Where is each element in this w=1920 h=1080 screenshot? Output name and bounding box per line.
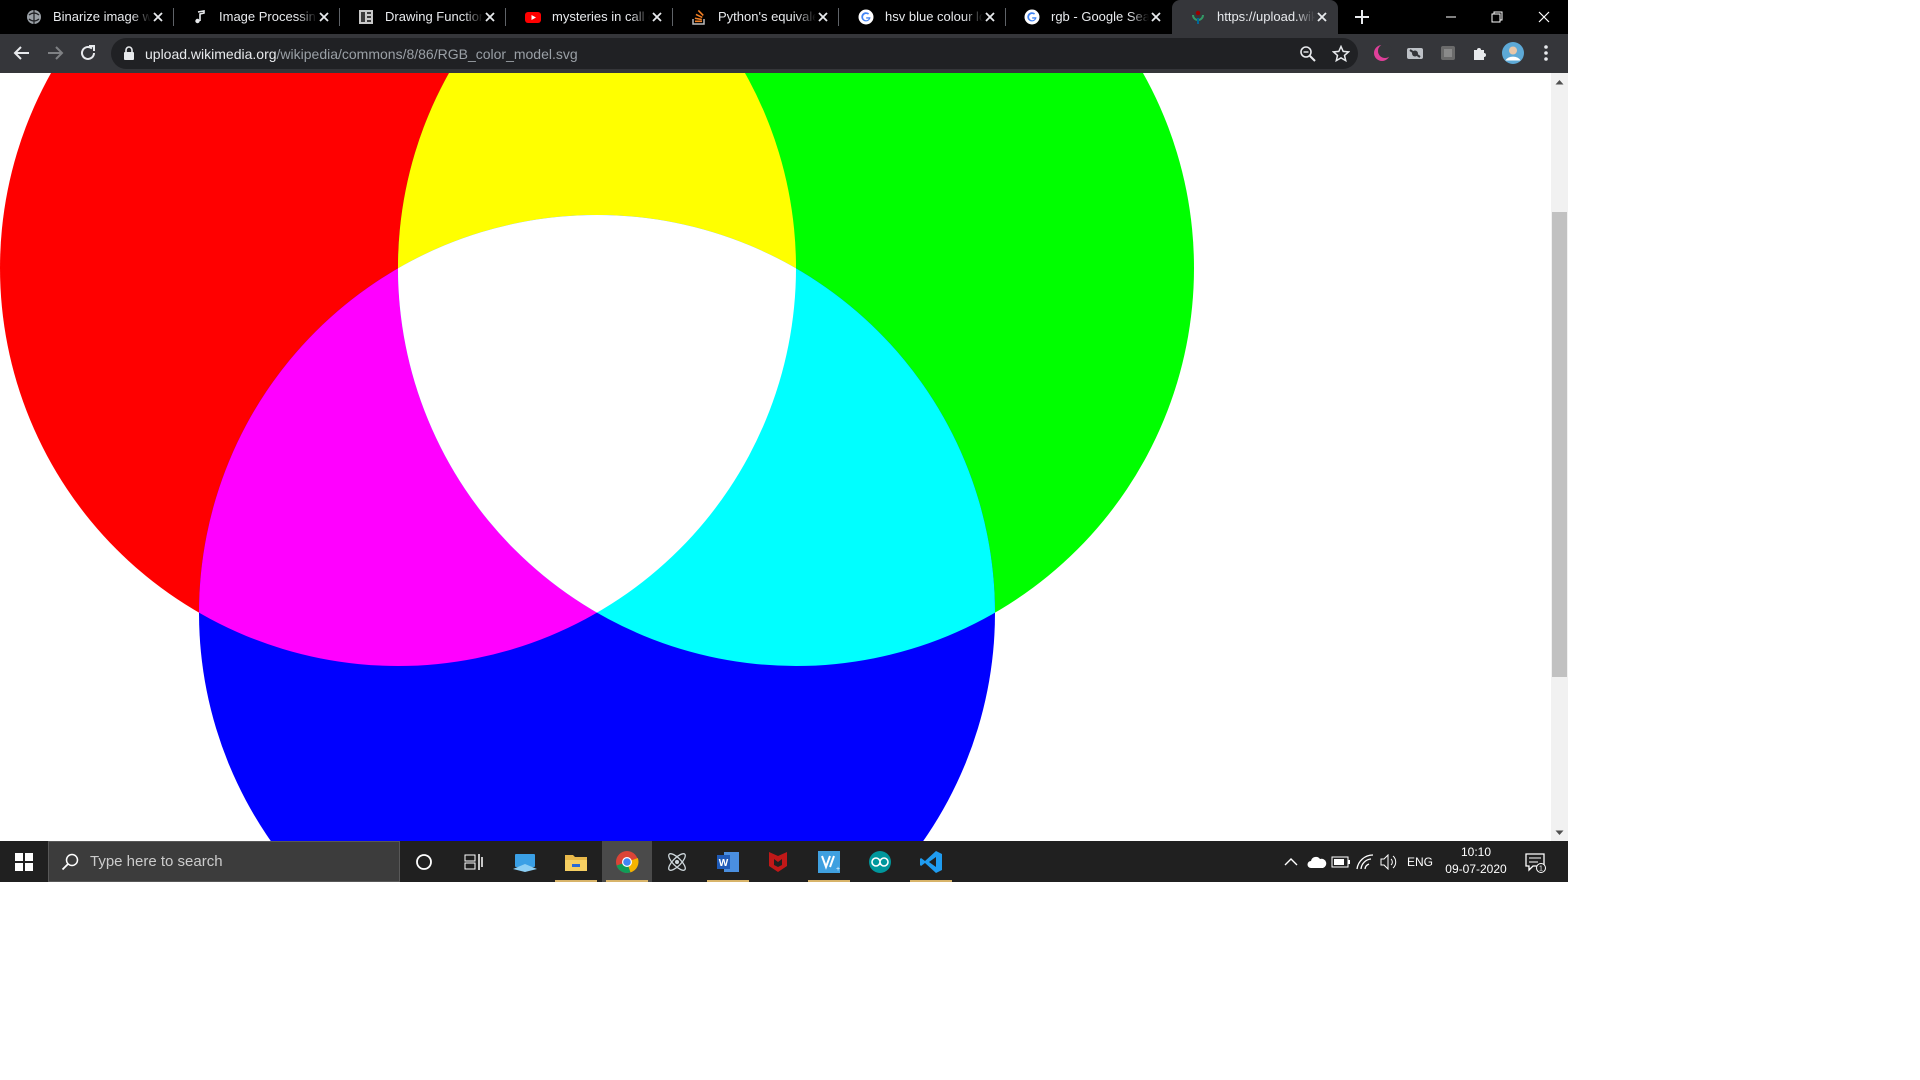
- tab-title: Image Processing: [219, 9, 317, 24]
- svg-text:+: +: [836, 866, 840, 873]
- reload-icon[interactable]: [76, 41, 100, 65]
- atom-icon[interactable]: [652, 841, 702, 882]
- tab-separator: [838, 8, 839, 26]
- onedrive-cloud-icon[interactable]: [1306, 841, 1328, 882]
- battery-icon[interactable]: [1330, 841, 1352, 882]
- vertical-scrollbar[interactable]: [1551, 73, 1568, 841]
- google-icon: [858, 9, 874, 25]
- tab-rgb-search[interactable]: rgb - Google Search: [1006, 0, 1172, 34]
- close-tab-icon[interactable]: [150, 9, 166, 25]
- scroll-down-arrow-icon[interactable]: [1551, 824, 1568, 841]
- extensions-puzzle-icon[interactable]: [1468, 41, 1492, 65]
- close-tab-icon[interactable]: [815, 9, 831, 25]
- search-placeholder: Type here to search: [90, 853, 223, 870]
- tab-wikimedia-active[interactable]: https://upload.wikimedia.org: [1172, 0, 1338, 34]
- google-icon: [1024, 9, 1040, 25]
- music-note-icon: [192, 9, 208, 25]
- close-tab-icon[interactable]: [982, 9, 998, 25]
- close-tab-icon[interactable]: [316, 9, 332, 25]
- tab-binarize[interactable]: Binarize image with: [8, 0, 174, 34]
- language-indicator[interactable]: ENG: [1402, 841, 1438, 882]
- scroll-up-arrow-icon[interactable]: [1551, 73, 1568, 90]
- vs-icon[interactable]: +: [804, 841, 854, 882]
- tab-title: Binarize image with: [53, 9, 151, 24]
- tab-stackoverflow[interactable]: Python's equivalent: [673, 0, 839, 34]
- new-tab-plus-icon[interactable]: [1352, 7, 1372, 27]
- extension-square-icon[interactable]: [1436, 41, 1460, 65]
- scrollbar-thumb[interactable]: [1552, 212, 1567, 677]
- tab-separator: [505, 8, 506, 26]
- close-tab-icon[interactable]: [482, 9, 498, 25]
- tab-title: rgb - Google Search: [1051, 9, 1149, 24]
- address-bar[interactable]: upload.wikimedia.org/wikipedia/commons/8…: [111, 38, 1358, 69]
- rgb-color-model-image: [0, 73, 1194, 841]
- tab-image-processing[interactable]: Image Processing: [174, 0, 340, 34]
- clock[interactable]: 10:10 09-07-2020: [1440, 844, 1512, 880]
- clock-date: 09-07-2020: [1445, 862, 1507, 876]
- close-tab-icon[interactable]: [1148, 9, 1164, 25]
- stack-overflow-icon: [691, 9, 707, 25]
- minimize-icon[interactable]: [1428, 0, 1474, 34]
- notification-center-icon[interactable]: 1: [1520, 841, 1550, 882]
- restore-icon[interactable]: [1474, 0, 1520, 34]
- tab-title: Python's equivalent: [718, 9, 816, 24]
- tab-title: Drawing Functions: [385, 9, 483, 24]
- word-icon[interactable]: W: [703, 841, 753, 882]
- search-icon: [61, 853, 79, 871]
- wikimedia-icon: [1190, 9, 1206, 25]
- volume-icon[interactable]: [1378, 841, 1400, 882]
- tab-title: hsv blue colour low: [885, 9, 983, 24]
- tab-hsv-blue[interactable]: hsv blue colour low: [840, 0, 1006, 34]
- mcafee-icon[interactable]: [753, 841, 803, 882]
- tab-strip: Binarize image with Image Processing Dra…: [0, 0, 1568, 34]
- youtube-icon: [525, 9, 541, 25]
- url-text[interactable]: upload.wikimedia.org/wikipedia/commons/8…: [145, 46, 578, 62]
- page-viewport: [0, 73, 1551, 841]
- desktop-app-icon[interactable]: [500, 841, 550, 882]
- profile-avatar[interactable]: [1501, 41, 1525, 65]
- tab-title: https://upload.wikimedia.org: [1217, 9, 1315, 24]
- cortana-circle-icon[interactable]: [399, 841, 449, 882]
- lock-icon[interactable]: [123, 46, 135, 60]
- taskbar-search-box[interactable]: Type here to search: [48, 841, 400, 882]
- bookmark-star-icon[interactable]: [1331, 44, 1351, 64]
- windows-taskbar: Type here to search W + ENG 10:10 09-07-…: [0, 841, 1568, 882]
- chrome-icon[interactable]: [602, 841, 652, 882]
- browser-toolbar: upload.wikimedia.org/wikipedia/commons/8…: [0, 34, 1568, 73]
- file-explorer-icon[interactable]: [551, 841, 601, 882]
- close-tab-icon[interactable]: [649, 9, 665, 25]
- menu-kebab-icon[interactable]: [1534, 41, 1558, 65]
- task-view-icon[interactable]: [449, 841, 499, 882]
- tab-drawing-functions[interactable]: Drawing Functions: [340, 0, 506, 34]
- docs-book-icon: [358, 9, 374, 25]
- vscode-icon[interactable]: [906, 841, 956, 882]
- svg-text:W: W: [719, 858, 729, 869]
- zoom-icon[interactable]: [1298, 44, 1318, 64]
- notification-count: 1: [1539, 865, 1543, 872]
- close-window-icon[interactable]: [1521, 0, 1567, 34]
- extension-moon-icon[interactable]: [1370, 41, 1394, 65]
- clock-time: 10:10: [1460, 845, 1492, 859]
- extension-camera-icon[interactable]: [1403, 41, 1427, 65]
- arduino-icon[interactable]: [855, 841, 905, 882]
- url-host: upload.wikimedia.org: [145, 46, 277, 62]
- tab-youtube[interactable]: mysteries in call of: [507, 0, 673, 34]
- windows-start-icon[interactable]: [0, 841, 48, 882]
- globe-icon: [26, 9, 42, 25]
- wifi-icon[interactable]: [1354, 841, 1376, 882]
- forward-arrow-icon[interactable]: [43, 41, 67, 65]
- close-tab-icon[interactable]: [1314, 9, 1330, 25]
- show-hidden-icons-chevron-icon[interactable]: [1282, 841, 1300, 882]
- back-arrow-icon[interactable]: [10, 41, 34, 65]
- url-path: /wikipedia/commons/8/86/RGB_color_model.…: [276, 46, 578, 62]
- tab-title: mysteries in call of: [552, 9, 650, 24]
